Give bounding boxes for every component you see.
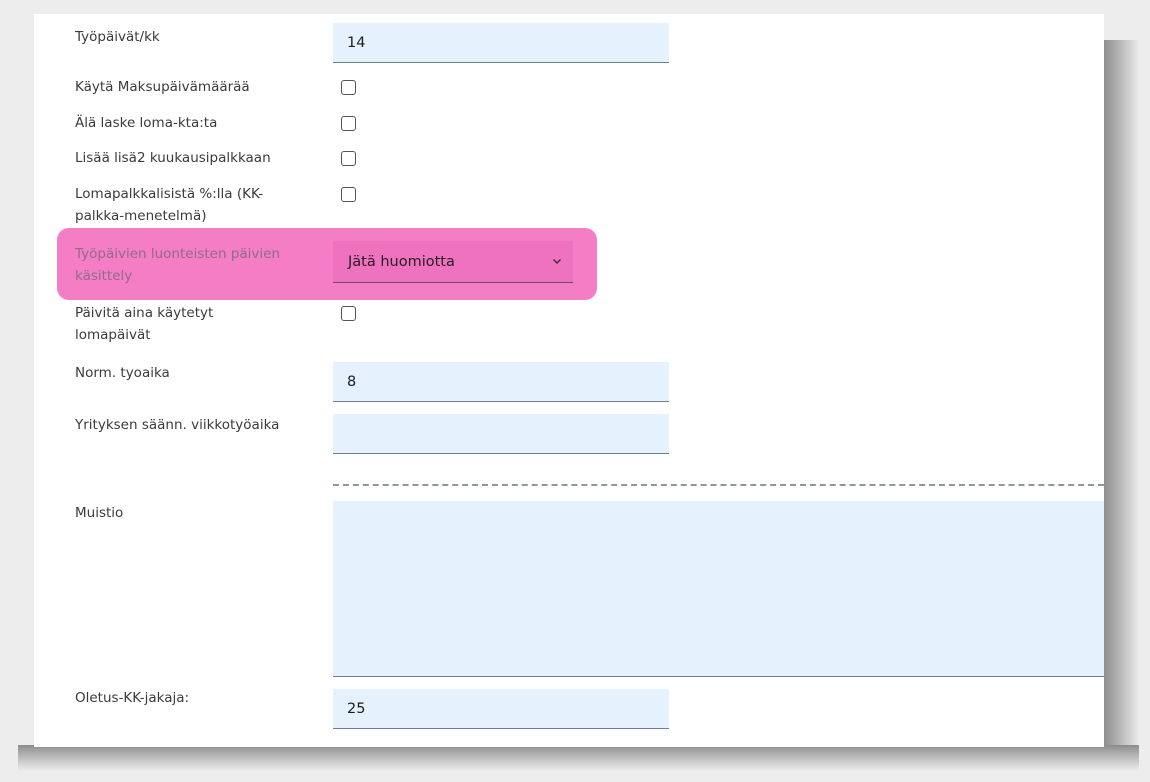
- always-update-holidays-label-line2: lomapäivät: [75, 327, 151, 343]
- natural-days-handling-label-line1: Työpäivien luonteisten päivien: [75, 246, 281, 262]
- memo-label: Muistio: [75, 505, 124, 521]
- use-payment-date-checkbox[interactable]: [341, 80, 356, 95]
- add-lisa2-checkbox[interactable]: [341, 151, 356, 166]
- card-shadow-bottom: [18, 745, 1139, 771]
- normal-work-time-input[interactable]: 8: [333, 362, 669, 402]
- chevron-down-icon: [553, 259, 561, 264]
- holiday-pay-percent-label: Lomapalkkalisistä %:lla (KK- palkka-mene…: [75, 183, 315, 227]
- add-lisa2-label: Lisää lisä2 kuukausipalkkaan: [75, 150, 271, 166]
- memo-textarea[interactable]: [333, 501, 1104, 677]
- workdays-per-month-label: Työpäivät/kk: [75, 29, 160, 45]
- company-weekly-hours-label: Yrityksen säänn. viikkotyöaika: [75, 417, 280, 433]
- natural-days-handling-select[interactable]: Jätä huomiotta: [333, 241, 573, 283]
- workdays-per-month-input[interactable]: 14: [333, 23, 669, 63]
- default-divisor-label: Oletus-KK-jakaja:: [75, 690, 190, 706]
- always-update-holidays-checkbox[interactable]: [341, 306, 356, 321]
- holiday-pay-percent-label-line2: palkka-menetelmä): [75, 208, 207, 224]
- natural-days-handling-label-line2: käsittely: [75, 268, 133, 284]
- natural-days-handling-selected: Jätä huomiotta: [348, 254, 455, 270]
- use-payment-date-label: Käytä Maksupäivämäärää: [75, 79, 250, 95]
- company-weekly-hours-input[interactable]: [333, 414, 669, 454]
- default-divisor-input[interactable]: 25: [333, 689, 669, 729]
- normal-work-time-value: 8: [347, 374, 357, 390]
- always-update-holidays-label-line1: Päivitä aina käytetyt: [75, 305, 214, 321]
- holiday-pay-percent-label-line1: Lomapalkkalisistä %:lla (KK-: [75, 186, 264, 202]
- dont-count-holiday-checkbox[interactable]: [341, 116, 356, 131]
- default-divisor-value: 25: [347, 701, 366, 717]
- section-divider: [333, 484, 1104, 486]
- card-shadow: [1103, 40, 1139, 752]
- always-update-holidays-label: Päivitä aina käytetyt lomapäivät: [75, 302, 315, 346]
- holiday-pay-percent-checkbox[interactable]: [341, 187, 356, 202]
- natural-days-handling-label: Työpäivien luonteisten päivien käsittely: [75, 243, 315, 287]
- normal-work-time-label: Norm. tyoaika: [75, 365, 170, 381]
- dont-count-holiday-label: Älä laske loma-kta:ta: [75, 115, 218, 131]
- settings-form-card: Työpäivät/kk 14 Käytä Maksupäivämäärää Ä…: [34, 14, 1104, 747]
- workdays-per-month-value: 14: [347, 35, 366, 51]
